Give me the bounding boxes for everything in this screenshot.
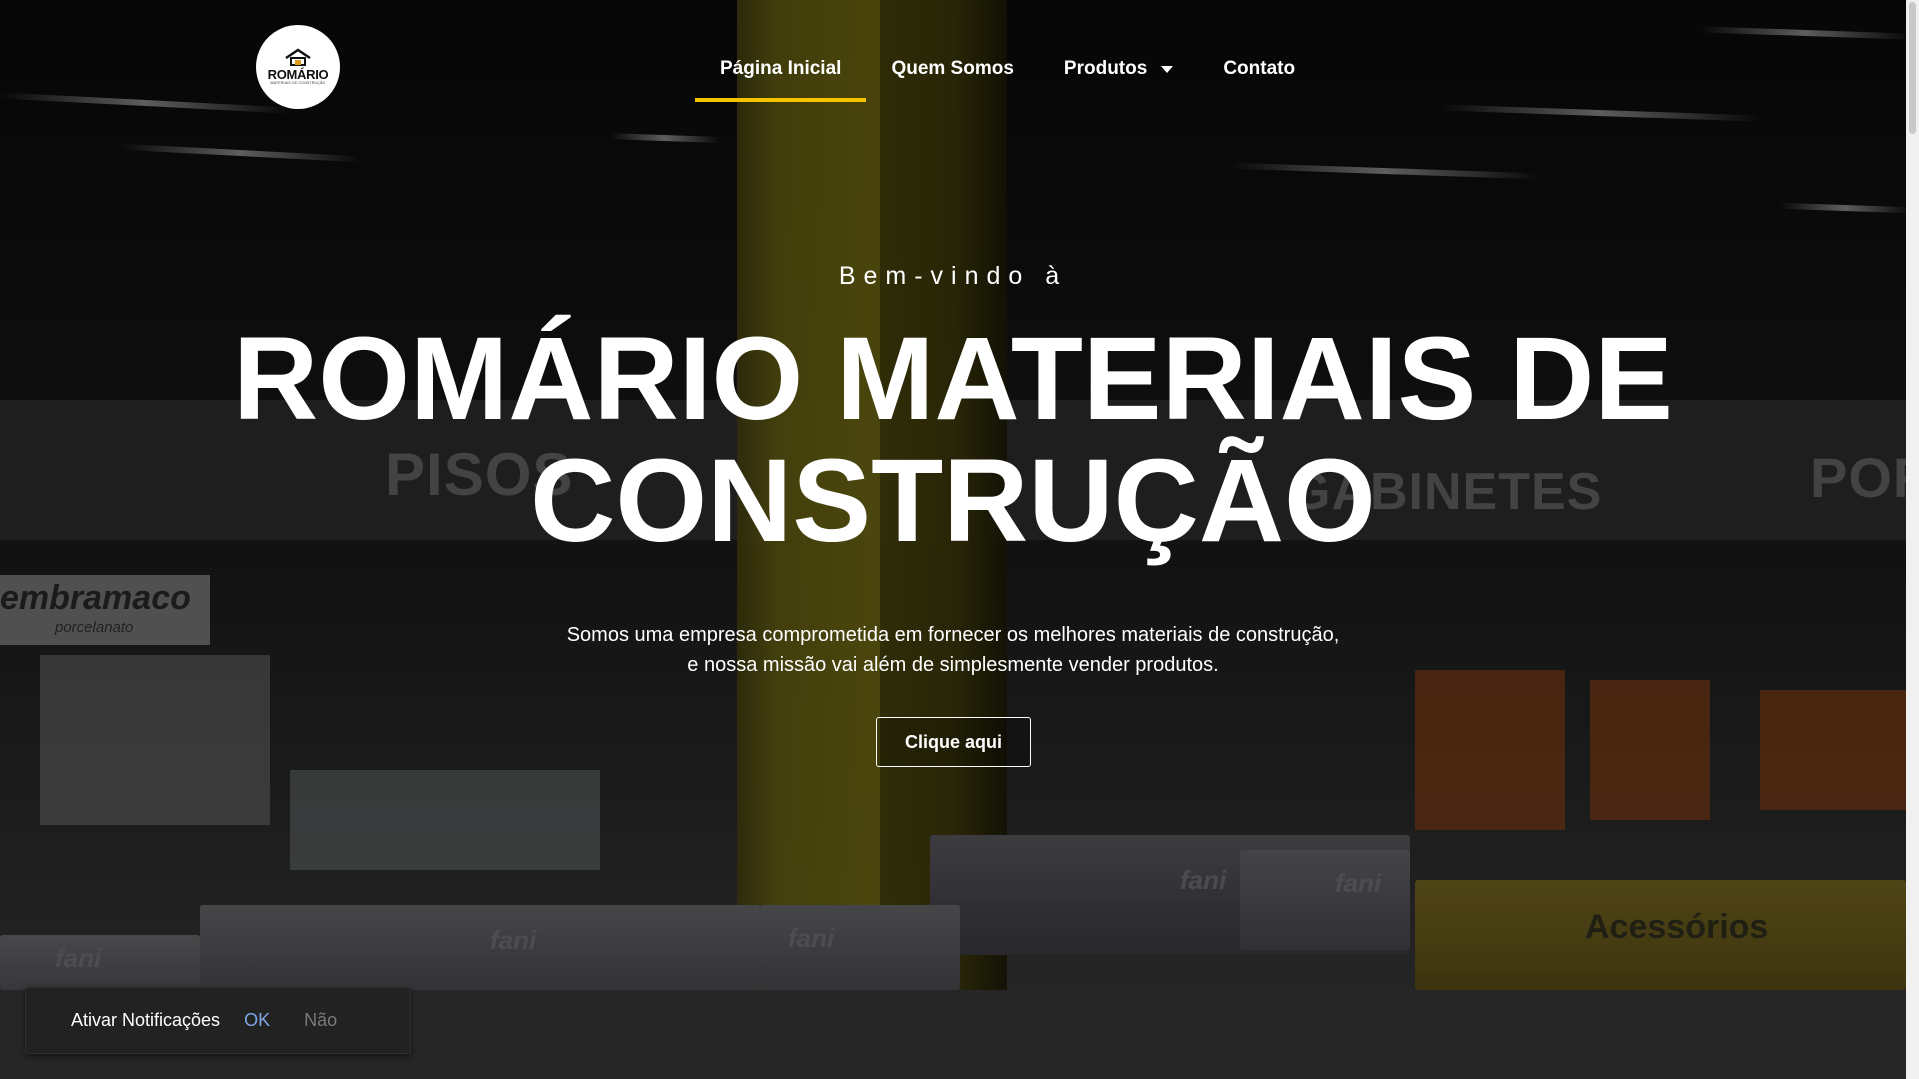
nav-item-home[interactable]: Página Inicial: [695, 40, 867, 102]
nav-item-products[interactable]: Produtos: [1039, 40, 1198, 102]
chevron-down-icon: [1161, 65, 1174, 73]
cta-button[interactable]: Clique aqui: [876, 717, 1031, 767]
notification-prompt: Ativar Notificações OK Não: [25, 987, 411, 1054]
nav-item-label: Página Inicial: [720, 58, 842, 79]
hero-description-line: Somos uma empresa comprometida em fornec…: [566, 624, 1340, 646]
house-icon: [283, 48, 313, 66]
hero-title-line: ROMÁRIO MATERIAIS DE: [232, 313, 1674, 445]
hero-title: ROMÁRIO MATERIAIS DE CONSTRUÇÃO: [0, 318, 1906, 562]
hero-description-line: e nossa missão vai além de simplesmente …: [687, 654, 1219, 676]
nav-item-label: Produtos: [1063, 58, 1148, 79]
logo-subtitle: MATERIAIS DE CONSTRUÇÃO: [270, 81, 326, 85]
logo-name: ROMÁRIO: [267, 67, 329, 82]
nav-item-about[interactable]: Quem Somos: [866, 40, 1038, 102]
nav-item-contact[interactable]: Contato: [1198, 40, 1320, 102]
site-logo[interactable]: ROMÁRIO MATERIAIS DE CONSTRUÇÃO: [256, 25, 340, 109]
hero-title-line: CONSTRUÇÃO: [530, 435, 1376, 567]
notification-text: Ativar Notificações: [71, 1010, 221, 1030]
hero-description: Somos uma empresa comprometida em fornec…: [0, 620, 1906, 680]
notification-no-button[interactable]: Não: [304, 1010, 337, 1031]
nav-item-label: Quem Somos: [891, 58, 1014, 79]
hero-welcome: Bem-vindo à: [838, 262, 1068, 290]
scrollbar-thumb[interactable]: [1909, 2, 1916, 134]
scrollbar[interactable]: [1906, 0, 1919, 1079]
main-navigation: Página Inicial Quem Somos Produtos Conta…: [695, 40, 1320, 102]
notification-ok-button[interactable]: OK: [244, 1010, 270, 1031]
nav-item-label: Contato: [1223, 58, 1296, 79]
